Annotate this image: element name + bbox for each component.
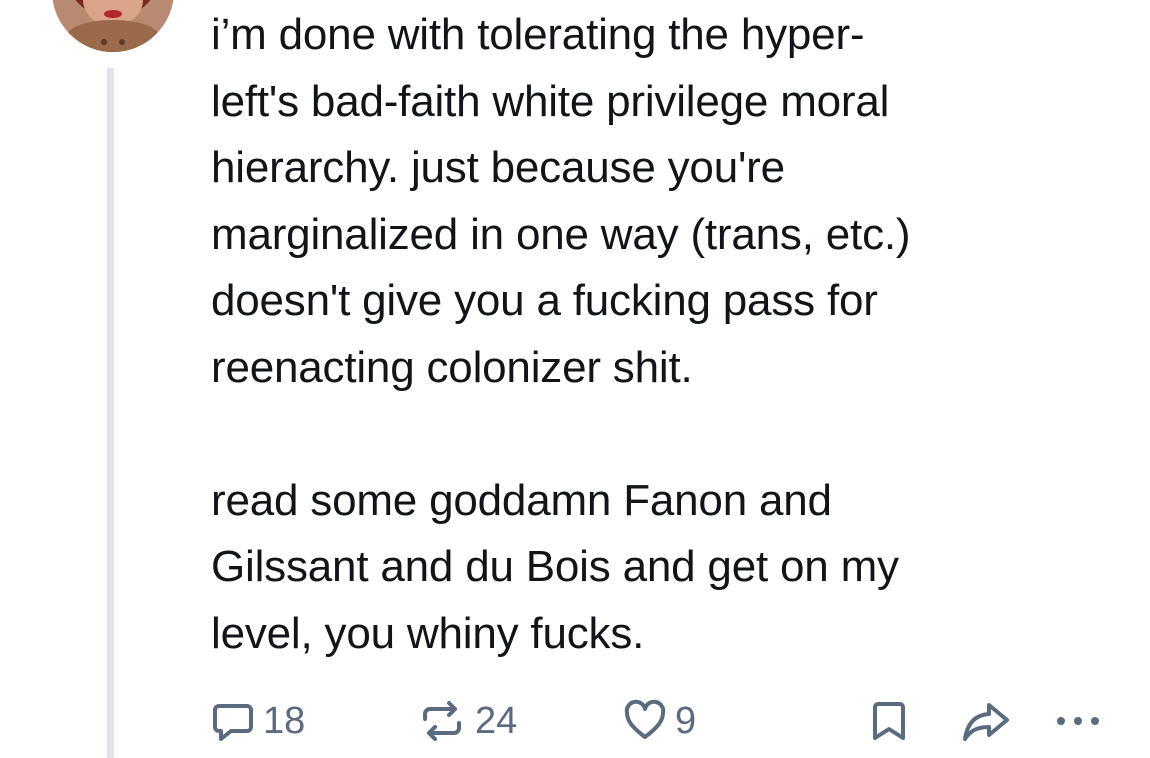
reply-button[interactable]: 18 [211, 694, 305, 748]
like-count: 9 [675, 699, 697, 742]
bookmark-button[interactable] [867, 694, 911, 748]
thread-line [107, 68, 114, 758]
bookmark-icon [867, 699, 911, 743]
more-options-button[interactable] [1053, 694, 1103, 748]
author-avatar[interactable] [52, 0, 174, 52]
post-action-bar: 18 24 9 [211, 694, 1111, 748]
reply-count: 18 [263, 699, 306, 742]
like-button[interactable]: 9 [623, 694, 696, 748]
repost-arrows-icon [417, 699, 467, 743]
share-arrow-icon [961, 699, 1011, 743]
ellipsis-icon [1053, 699, 1103, 743]
avatar-image [52, 0, 174, 52]
heart-icon [623, 699, 667, 743]
repost-count: 24 [475, 699, 518, 742]
post-body: i’m done with tolerating the hyper- left… [211, 2, 1111, 667]
share-button[interactable] [961, 694, 1011, 748]
post-text: i’m done with tolerating the hyper- left… [211, 10, 911, 658]
speech-bubble-icon [211, 699, 255, 743]
repost-button[interactable]: 24 [417, 694, 517, 748]
